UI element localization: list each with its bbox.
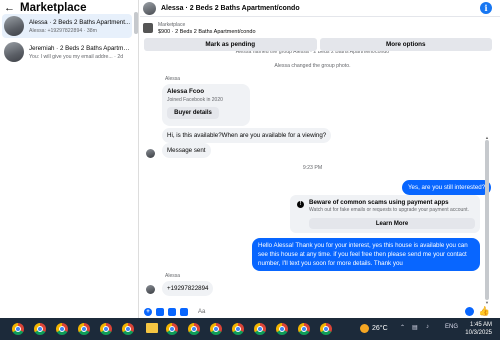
listing-actions: Mark as pending More options <box>144 38 492 51</box>
scroll-down-icon[interactable]: ▼ <box>485 300 489 305</box>
avatar <box>146 149 155 158</box>
chrome-icon[interactable] <box>122 323 134 335</box>
scam-warning-card: ! Beware of common scams using payment a… <box>290 195 480 233</box>
chrome-icon[interactable] <box>166 323 178 335</box>
scam-warning-subtitle: Watch out for fake emails or requests to… <box>309 207 469 213</box>
chrome-icon[interactable] <box>100 323 112 335</box>
sticker-icon[interactable] <box>168 308 176 316</box>
temperature: 26°C <box>372 325 388 332</box>
message-bubble-incoming: +19297822894 <box>162 281 214 296</box>
conversation-preview: You: I will give you my email addre... ·… <box>29 53 124 60</box>
tray-chevron-icon[interactable]: ⌃ <box>400 324 405 331</box>
clock-date: 10/3/2025 <box>465 330 492 336</box>
file-explorer-icon[interactable] <box>146 323 158 333</box>
messenger-window: ← Marketplace Alessa · 2 Beds 2 Baths Ap… <box>0 0 500 318</box>
conversation-item-alessa[interactable]: Alessa · 2 Beds 2 Baths Apartment... Ale… <box>2 14 132 38</box>
chat-scrollbar[interactable] <box>485 140 489 300</box>
conversation-name: Alessa · 2 Beds 2 Baths Apartment... <box>29 18 131 26</box>
chrome-icon[interactable] <box>188 323 200 335</box>
system-message: Alessa changed the group photo. <box>274 63 351 69</box>
chrome-icon[interactable] <box>276 323 288 335</box>
chrome-icon[interactable] <box>210 323 222 335</box>
chat-header: Alessa · 2 Beds 2 Baths Apartment/condo … <box>140 0 500 17</box>
message-bubble-incoming: Message sent <box>162 143 211 158</box>
chrome-icon[interactable] <box>56 323 68 335</box>
chrome-icon[interactable] <box>298 323 310 335</box>
learn-more-button[interactable]: Learn More <box>309 218 475 229</box>
chrome-icon[interactable] <box>34 323 46 335</box>
message-bubble-incoming: Hi, is this available?When are you avail… <box>162 128 332 143</box>
sun-icon <box>360 324 369 333</box>
emoji-icon[interactable] <box>465 307 474 316</box>
avatar <box>4 42 24 62</box>
profile-joined: Joined Facebook in 2020 <box>167 97 223 103</box>
network-icon[interactable]: ▤ <box>412 324 418 331</box>
message-bubble-outgoing: Yes, are you still interested? <box>402 180 492 195</box>
more-options-button[interactable]: More options <box>319 38 492 51</box>
avatar <box>146 285 155 294</box>
avatar[interactable] <box>143 1 156 15</box>
chrome-icon[interactable] <box>320 323 332 335</box>
chat-title[interactable]: Alessa · 2 Beds 2 Baths Apartment/condo <box>161 5 300 12</box>
conversation-item-jeremiah[interactable]: Jeremiah · 2 Beds 2 Baths Apartment... Y… <box>2 40 132 64</box>
conversation-name: Jeremiah · 2 Beds 2 Baths Apartment... <box>29 44 132 52</box>
message-bubble-outgoing: Hello Alessa! Thank you for your interes… <box>252 238 480 271</box>
language-indicator[interactable]: ENG <box>445 324 458 330</box>
profile-name: Alessa Fcoo <box>167 88 205 95</box>
sender-label: Alessa <box>165 76 181 82</box>
speaker-icon[interactable]: ♪ <box>426 324 429 330</box>
buyer-details-button[interactable]: Buyer details <box>167 107 219 119</box>
chrome-icon[interactable] <box>232 323 244 335</box>
chat-panel: Alessa · 2 Beds 2 Baths Apartment/condo … <box>140 0 500 318</box>
gif-icon[interactable] <box>180 308 188 316</box>
message-input[interactable]: Aa <box>196 308 446 317</box>
back-arrow-icon[interactable]: ← <box>4 2 16 14</box>
profile-card: Alessa Fcoo Joined Facebook in 2020 Buye… <box>162 84 250 126</box>
clock[interactable]: 1:45 AM 10/3/2025 <box>465 321 492 337</box>
scam-warning-title: Beware of common scams using payment app… <box>309 199 449 206</box>
plus-icon[interactable]: + <box>144 308 152 316</box>
sidebar-scrollbar[interactable] <box>134 12 138 34</box>
mark-as-pending-button[interactable]: Mark as pending <box>144 38 317 51</box>
message-timestamp: 9:23 PM <box>302 165 323 171</box>
clock-time: 1:45 AM <box>469 322 492 328</box>
chrome-icon[interactable] <box>12 323 24 335</box>
listing-label: Marketplace <box>158 21 186 28</box>
conversation-sidebar: ← Marketplace Alessa · 2 Beds 2 Baths Ap… <box>0 0 139 318</box>
sidebar-title: Marketplace <box>20 2 87 14</box>
listing-banner[interactable]: Marketplace $900 · 2 Beds 2 Baths Apartm… <box>140 18 500 38</box>
warning-icon: ! <box>297 201 304 208</box>
chrome-icon[interactable] <box>78 323 90 335</box>
like-icon[interactable]: 👍 <box>479 306 490 317</box>
listing-thumbnail <box>143 23 153 33</box>
conversation-preview: Alessa: +19297822894 · 38m <box>29 27 97 34</box>
chrome-icon[interactable] <box>254 323 266 335</box>
message-composer: + Aa 👍 <box>140 306 500 318</box>
sender-label: Alessa <box>165 273 181 279</box>
image-icon[interactable] <box>156 308 164 316</box>
taskbar: 26°C ⌃ ▤ ♪ ENG 1:45 AM 10/3/2025 <box>0 318 500 340</box>
info-icon[interactable]: i <box>480 2 492 14</box>
avatar <box>4 16 24 36</box>
weather-widget[interactable]: 26°C <box>360 324 388 333</box>
system-message-cut: Alessa named the group Alessa · 2 Beds 2… <box>235 51 390 55</box>
listing-subtitle: $900 · 2 Beds 2 Baths Apartment/condo <box>158 28 256 35</box>
